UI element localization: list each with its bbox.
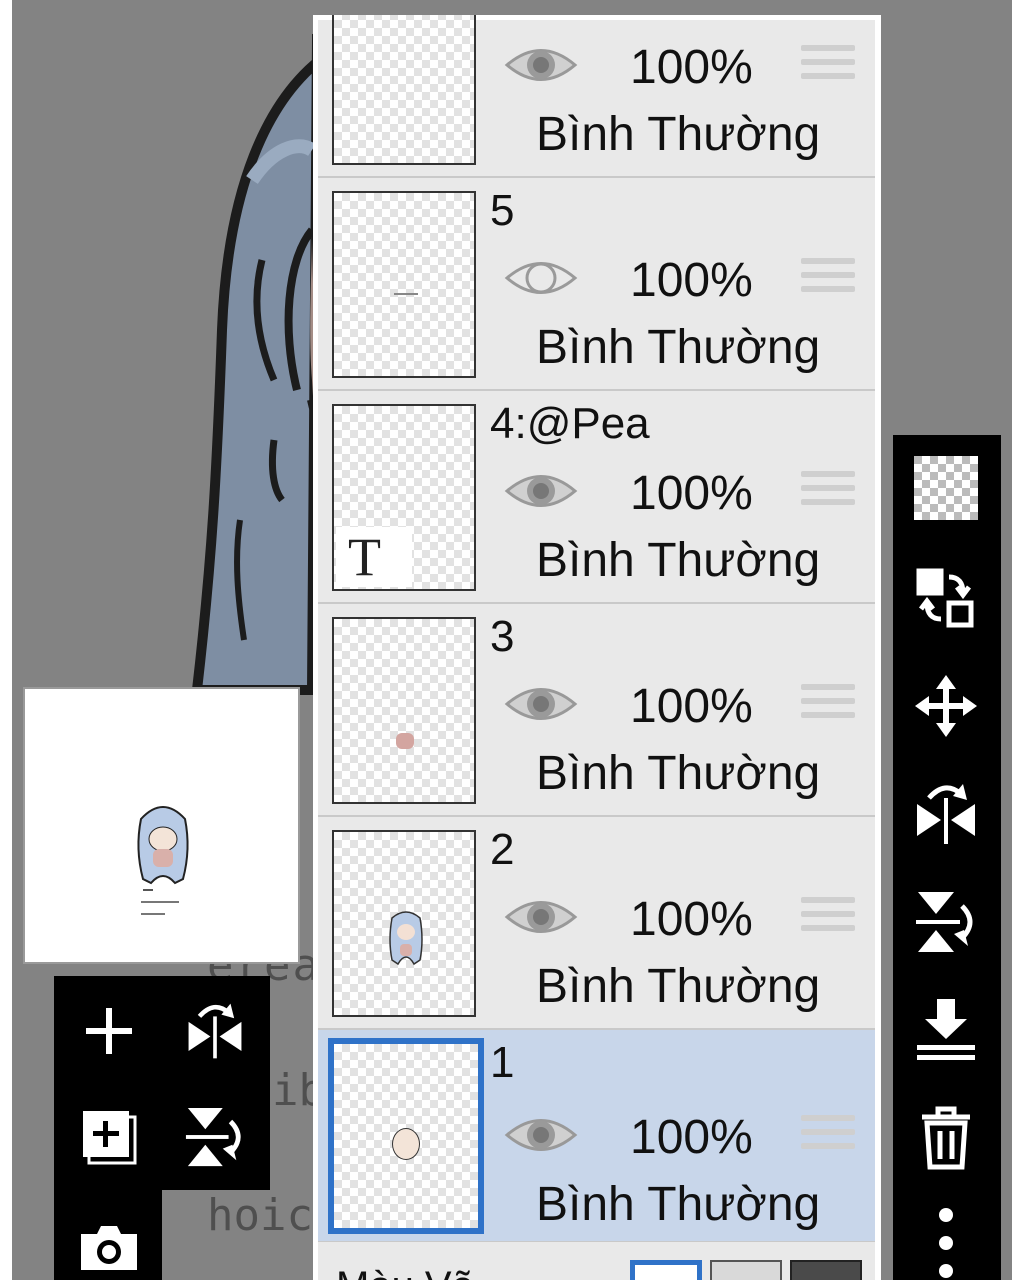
layer-blend-mode[interactable]: Bình Thường [536, 959, 820, 1014]
layer-opacity[interactable]: 100% [630, 40, 753, 95]
drag-handle-icon[interactable] [801, 258, 855, 300]
layer-opacity[interactable]: 100% [630, 892, 753, 947]
layer-thumbnail [328, 1038, 484, 1234]
layer-opacity[interactable]: 100% [630, 1110, 753, 1165]
left-toolbar [54, 976, 270, 1190]
layer-row[interactable]: 3 100% Bình Thường [318, 604, 875, 817]
layer-row[interactable]: 100% Bình Thường [318, 15, 875, 178]
text-layer-badge: T [336, 527, 412, 587]
swap-layers-icon[interactable] [911, 563, 981, 633]
layer-blend-mode[interactable]: Bình Thường [536, 746, 820, 801]
canvas-preview[interactable] [23, 687, 300, 964]
flip-horizontal-icon[interactable] [911, 779, 981, 849]
left-toolbar-camera [54, 1190, 162, 1280]
flip-horizontal-icon[interactable] [180, 996, 250, 1066]
layer-bottom-bar: Màu Vẽ [318, 1242, 875, 1280]
layer-thumbnail [332, 191, 476, 378]
layer-name: 2 [490, 825, 515, 874]
eye-icon[interactable] [504, 681, 578, 727]
paint-color-label: Màu Vẽ [336, 1264, 474, 1280]
transparency-icon[interactable] [911, 453, 981, 523]
flip-vertical-icon[interactable] [911, 887, 981, 957]
layer-row[interactable]: 2 100% Bình Thường [318, 817, 875, 1030]
drag-handle-icon[interactable] [801, 684, 855, 726]
layer-name: 4:@Pea [490, 399, 650, 448]
eye-closed-icon[interactable] [504, 255, 578, 301]
add-layer-icon[interactable] [74, 996, 144, 1066]
layer-thumbnail [332, 830, 476, 1017]
move-icon[interactable] [911, 671, 981, 741]
add-copy-layer-icon[interactable] [74, 1102, 144, 1172]
drag-handle-icon[interactable] [801, 1115, 855, 1157]
layer-blend-mode[interactable]: Bình Thường [536, 1177, 820, 1232]
bg-text-3: hoic [207, 1190, 313, 1241]
eye-icon[interactable] [504, 1112, 578, 1158]
drag-handle-icon[interactable] [801, 45, 855, 87]
layer-thumbnail [332, 15, 476, 165]
layer-row[interactable]: T 4:@Pea 100% Bình Thường [318, 391, 875, 604]
layer-name: 1 [490, 1038, 515, 1087]
drag-handle-icon[interactable] [801, 897, 855, 939]
flip-vertical-icon[interactable] [180, 1102, 250, 1172]
layer-blend-mode[interactable]: Bình Thường [536, 107, 820, 162]
camera-icon[interactable] [74, 1212, 144, 1282]
layer-thumbnail [332, 617, 476, 804]
layer-thumbnail: T [332, 404, 476, 591]
background-swatch-white[interactable] [630, 1260, 702, 1280]
trash-icon[interactable] [911, 1103, 981, 1173]
eye-icon[interactable] [504, 468, 578, 514]
eye-icon[interactable] [504, 894, 578, 940]
right-toolbar [893, 435, 1001, 1280]
layer-opacity[interactable]: 100% [630, 253, 753, 308]
layer-opacity[interactable]: 100% [630, 679, 753, 734]
layers-panel: 100% Bình Thường 5 100% Bình Thường T 4:… [313, 15, 881, 1280]
layer-opacity[interactable]: 100% [630, 466, 753, 521]
drag-handle-icon[interactable] [801, 471, 855, 513]
layer-blend-mode[interactable]: Bình Thường [536, 533, 820, 588]
eye-icon[interactable] [504, 42, 578, 88]
merge-down-icon[interactable] [911, 995, 981, 1065]
background-swatch-dark[interactable] [790, 1260, 862, 1280]
layer-row-selected[interactable]: 1 100% Bình Thường [318, 1030, 875, 1243]
layer-name: 5 [490, 186, 515, 235]
layer-blend-mode[interactable]: Bình Thường [536, 320, 820, 375]
background-swatch-light[interactable] [710, 1260, 782, 1280]
layer-name: 3 [490, 612, 515, 661]
more-options-icon[interactable] [911, 1205, 981, 1285]
layer-row[interactable]: 5 100% Bình Thường [318, 178, 875, 391]
